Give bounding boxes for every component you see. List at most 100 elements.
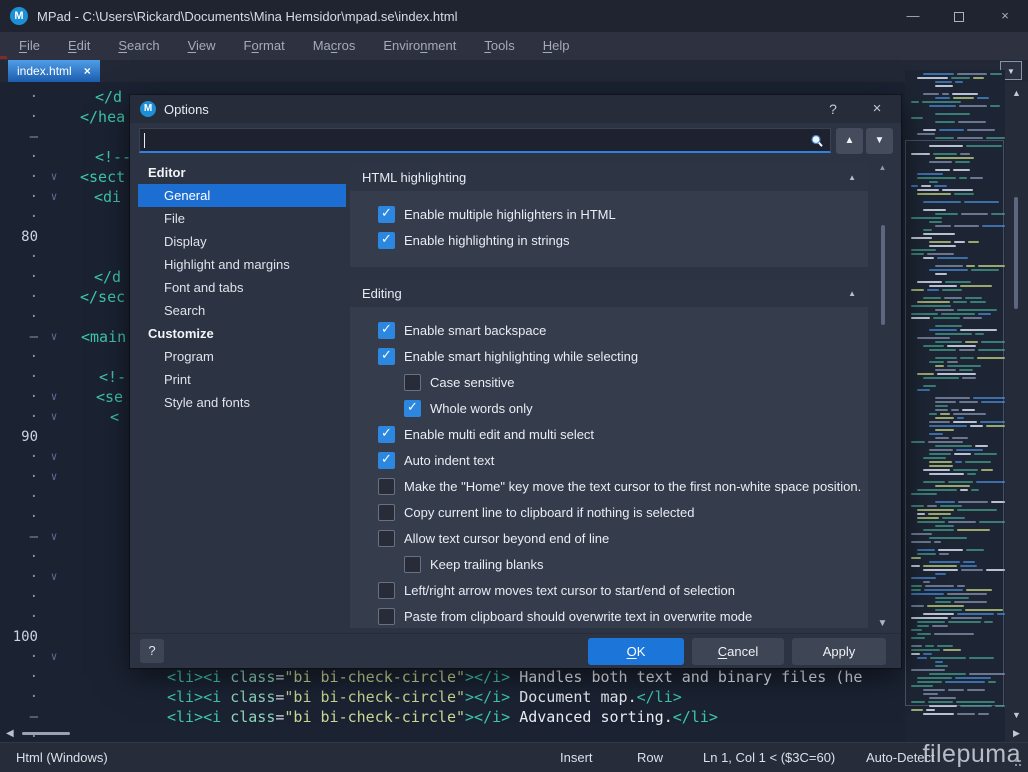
tab-close-icon[interactable]: × bbox=[84, 64, 91, 78]
status-row-mode[interactable]: Row bbox=[637, 750, 663, 765]
status-cursor-position[interactable]: Ln 1, Col 1 < ($3C=60) bbox=[703, 750, 835, 765]
sidebar-item-display[interactable]: Display bbox=[138, 230, 346, 253]
collapse-icon[interactable]: ▲ bbox=[848, 173, 856, 182]
fold-toggle-icon[interactable]: ∨ bbox=[42, 387, 66, 407]
checkbox[interactable] bbox=[378, 608, 395, 625]
gutter-mark: · bbox=[0, 487, 42, 507]
minimize-button[interactable]: — bbox=[890, 0, 936, 32]
menu-environment[interactable]: Environment bbox=[369, 32, 470, 60]
fold-toggle-icon[interactable]: ∨ bbox=[42, 527, 66, 547]
fold-toggle-icon[interactable]: ∨ bbox=[42, 407, 66, 427]
gutter-mark: · bbox=[0, 687, 42, 707]
option-label: Copy current line to clipboard if nothin… bbox=[404, 505, 695, 520]
tab-index-html[interactable]: index.html × bbox=[8, 60, 100, 82]
sidebar-item-style-and-fonts[interactable]: Style and fonts bbox=[138, 391, 346, 414]
maximize-icon bbox=[954, 12, 964, 22]
cancel-button[interactable]: Cancel bbox=[692, 638, 784, 665]
options-content-scrollbar[interactable]: ▲ ▼ bbox=[876, 163, 889, 629]
checkbox[interactable]: ✓ bbox=[404, 400, 421, 417]
check-icon: ✓ bbox=[381, 321, 392, 337]
checkbox[interactable] bbox=[404, 374, 421, 391]
menu-edit[interactable]: Edit bbox=[54, 32, 104, 60]
scroll-down-icon[interactable]: ▼ bbox=[1005, 710, 1028, 720]
menu-file[interactable]: File bbox=[5, 32, 54, 60]
apply-button[interactable]: Apply bbox=[792, 638, 886, 665]
fold-spacer bbox=[42, 367, 66, 387]
code-text: <li><i class="bi bi-check-circle"></i> D… bbox=[66, 687, 905, 707]
gutter-mark: · bbox=[0, 207, 42, 227]
fold-toggle-icon[interactable]: ∨ bbox=[42, 647, 66, 667]
hscroll-left-icon[interactable]: ◀ bbox=[6, 728, 14, 739]
footer-help-button[interactable]: ? bbox=[140, 639, 164, 663]
checkbox[interactable]: ✓ bbox=[378, 232, 395, 249]
minimap[interactable] bbox=[905, 70, 1005, 742]
checkbox[interactable]: ✓ bbox=[378, 206, 395, 223]
dialog-close-button[interactable]: × bbox=[859, 95, 895, 123]
search-prev-button[interactable]: ▲ bbox=[836, 128, 863, 154]
checkbox[interactable]: ✓ bbox=[378, 452, 395, 469]
status-syntax-mode[interactable]: Html (Windows) bbox=[16, 750, 108, 765]
code-text bbox=[66, 727, 905, 742]
hscroll-thumb[interactable] bbox=[22, 732, 70, 735]
close-button[interactable]: × bbox=[982, 0, 1028, 32]
search-next-button[interactable]: ▼ bbox=[866, 128, 893, 154]
fold-spacer bbox=[42, 347, 66, 367]
fold-toggle-icon[interactable]: ∨ bbox=[42, 327, 66, 347]
fold-toggle-icon[interactable]: ∨ bbox=[42, 167, 66, 187]
checkbox[interactable] bbox=[378, 530, 395, 547]
content-scroll-thumb[interactable] bbox=[881, 225, 885, 325]
sidebar-item-file[interactable]: File bbox=[138, 207, 346, 230]
ok-button[interactable]: OK bbox=[588, 638, 684, 665]
menu-search[interactable]: Search bbox=[104, 32, 173, 60]
sidebar-item-program[interactable]: Program bbox=[138, 345, 346, 368]
gutter-mark: · bbox=[0, 407, 42, 427]
checkbox[interactable]: ✓ bbox=[378, 322, 395, 339]
option-row: ✓ Enable multi edit and multi select bbox=[350, 421, 868, 447]
option-row: Allow text cursor beyond end of line bbox=[350, 525, 868, 551]
checkbox[interactable] bbox=[378, 582, 395, 599]
content-scroll-down-icon[interactable]: ▼ bbox=[876, 618, 889, 629]
fold-toggle-icon[interactable]: ∨ bbox=[42, 467, 66, 487]
menu-help[interactable]: Help bbox=[529, 32, 584, 60]
checkbox[interactable] bbox=[378, 478, 395, 495]
checkbox[interactable] bbox=[378, 504, 395, 521]
fold-toggle-icon[interactable]: ∨ bbox=[42, 567, 66, 587]
content-scroll-up-icon[interactable]: ▲ bbox=[876, 163, 889, 172]
menu-macros[interactable]: Macros bbox=[299, 32, 370, 60]
code-text: <li><i class="bi bi-check-circle"></i> A… bbox=[66, 707, 905, 727]
menu-tools[interactable]: Tools bbox=[470, 32, 528, 60]
settings-section: HTML highlighting▲✓Enable multiple highl… bbox=[350, 163, 868, 267]
menu-view[interactable]: View bbox=[174, 32, 230, 60]
dialog-help-button[interactable]: ? bbox=[815, 95, 851, 123]
section-header[interactable]: HTML highlighting▲ bbox=[350, 163, 868, 191]
status-insert-mode[interactable]: Insert bbox=[560, 750, 593, 765]
hscroll-right-icon[interactable]: ▶ bbox=[1005, 728, 1028, 739]
editor-vscrollbar[interactable]: ▲ ▼ ▶ bbox=[1005, 82, 1028, 742]
menu-format[interactable]: Format bbox=[230, 32, 299, 60]
sidebar-item-highlight-and-margins[interactable]: Highlight and margins bbox=[138, 253, 346, 276]
sidebar-item-general[interactable]: General bbox=[138, 184, 346, 207]
gutter-mark: · bbox=[0, 247, 42, 267]
fold-spacer bbox=[42, 227, 66, 247]
option-label: Left/right arrow moves text cursor to st… bbox=[404, 583, 735, 598]
maximize-button[interactable] bbox=[936, 0, 982, 32]
vscroll-thumb[interactable] bbox=[1014, 197, 1018, 309]
fold-spacer bbox=[42, 667, 66, 687]
collapse-icon[interactable]: ▲ bbox=[848, 289, 856, 298]
gutter-mark: · bbox=[0, 387, 42, 407]
options-search-input[interactable] bbox=[139, 128, 831, 153]
options-category-tree: EditorGeneralFileDisplayHighlight and ma… bbox=[138, 161, 346, 414]
fold-toggle-icon[interactable]: ∨ bbox=[42, 187, 66, 207]
sidebar-item-print[interactable]: Print bbox=[138, 368, 346, 391]
resize-grip[interactable] bbox=[1014, 759, 1024, 769]
scroll-up-icon[interactable]: ▲ bbox=[1005, 88, 1028, 98]
option-label: Enable multi edit and multi select bbox=[404, 427, 594, 442]
sidebar-item-font-and-tabs[interactable]: Font and tabs bbox=[138, 276, 346, 299]
checkbox[interactable]: ✓ bbox=[378, 348, 395, 365]
section-header[interactable]: Editing▲ bbox=[350, 279, 868, 307]
checkbox[interactable]: ✓ bbox=[378, 426, 395, 443]
fold-toggle-icon[interactable]: ∨ bbox=[42, 447, 66, 467]
checkbox[interactable] bbox=[404, 556, 421, 573]
sidebar-item-search[interactable]: Search bbox=[138, 299, 346, 322]
window-controls: — × bbox=[890, 0, 1028, 32]
